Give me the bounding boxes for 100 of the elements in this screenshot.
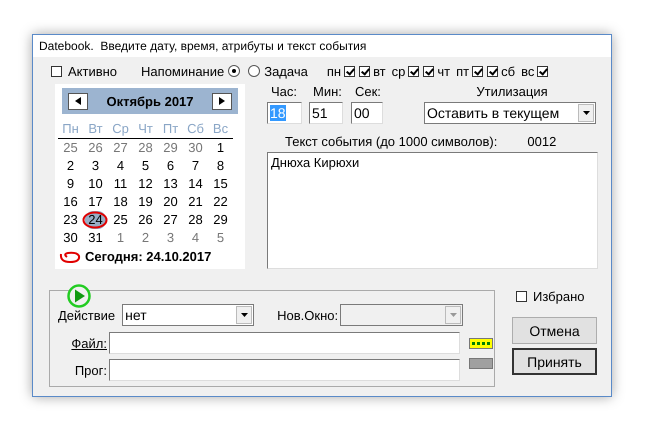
calendar-day[interactable]: 27 — [160, 211, 181, 229]
event-text-label: Текст события (до 1000 символов): — [285, 134, 498, 149]
program-field[interactable] — [109, 359, 460, 381]
calendar-day[interactable]: 1 — [114, 229, 128, 247]
weekday-label: ср — [392, 64, 406, 78]
calendar-day[interactable]: 14 — [185, 175, 206, 193]
right-triangle-icon — [218, 97, 225, 105]
dropdown-arrow-icon — [450, 313, 457, 317]
calendar-day[interactable]: 10 — [85, 175, 106, 193]
calendar-day[interactable]: 1 — [214, 139, 228, 157]
favorite-checkbox[interactable] — [516, 291, 527, 302]
calendar-day[interactable]: 6 — [164, 157, 178, 175]
calendar-day[interactable]: 28 — [185, 211, 206, 229]
calendar-day[interactable]: 3 — [88, 157, 102, 175]
dropdown-arrow-icon — [582, 111, 590, 115]
favorite-label: Избрано — [533, 289, 584, 304]
window-title: Datebook. Введите дату, время, атрибуты и текст события — [39, 39, 366, 53]
weekday-checkbox[interactable] — [344, 66, 356, 76]
new-window-label: Нов.Окно: — [277, 308, 338, 322]
weekday-checkbox[interactable] — [537, 66, 548, 76]
mode-radio[interactable] — [228, 65, 240, 77]
weekday-header: Чт — [133, 120, 158, 139]
annotation-scribble — [58, 250, 82, 264]
weekday-header: Пт — [158, 120, 183, 139]
time-label: Мин: — [312, 84, 343, 101]
calendar-day[interactable]: 16 — [60, 193, 81, 211]
calendar-day[interactable]: 26 — [135, 211, 156, 229]
event-text-area[interactable]: Днюха Кирюхи — [267, 152, 598, 269]
calendar-day[interactable]: 15 — [210, 175, 231, 193]
file-label[interactable]: Файл: — [58, 336, 109, 350]
calendar-day[interactable]: 4 — [114, 157, 128, 175]
weekday-label: сб — [501, 64, 516, 78]
weekday-header: Сб — [183, 120, 208, 139]
weekday-label: пт — [456, 64, 470, 78]
action-label: Действие — [58, 308, 116, 322]
character-counter: 0012 — [527, 134, 556, 149]
dropdown-arrow-icon — [240, 313, 248, 317]
calendar-day[interactable]: 27 — [110, 139, 131, 157]
today-date[interactable]: Сегодня: 24.10.2017 — [85, 249, 212, 264]
weekday-label: пн — [326, 64, 342, 78]
calendar-day[interactable]: 7 — [188, 157, 202, 175]
time-label: Сек: — [354, 84, 382, 101]
utilization-dropdown[interactable]: Оставить в текущем — [424, 102, 596, 124]
weekday-checkbox[interactable] — [472, 66, 484, 76]
calendar-day[interactable]: 28 — [135, 139, 156, 157]
calendar-day[interactable]: 25 — [110, 211, 131, 229]
utilization-label: Утилизация — [475, 84, 549, 101]
weekday-header: Вс — [208, 120, 233, 139]
calendar-day[interactable]: 26 — [85, 139, 106, 157]
calendar-day[interactable]: 8 — [214, 157, 228, 175]
calendar-day[interactable]: 5 — [214, 229, 228, 247]
calendar-day[interactable]: 11 — [110, 175, 130, 193]
action-dropdown[interactable]: нет — [122, 304, 254, 326]
weekday-checkbox[interactable] — [408, 66, 420, 76]
weekday-label: чт — [437, 64, 450, 78]
left-triangle-icon — [75, 97, 81, 105]
weekday-header: Вт — [83, 120, 108, 139]
previous-month-button[interactable] — [68, 92, 88, 110]
dialog-button[interactable]: Отмена — [512, 317, 597, 344]
mode-label: Задача — [264, 64, 308, 78]
program-button[interactable] — [469, 358, 493, 368]
calendar-day[interactable]: 2 — [138, 229, 152, 247]
calendar-day[interactable]: 19 — [135, 193, 156, 211]
active-checkbox[interactable] — [51, 66, 62, 76]
time-field[interactable]: 51 — [309, 102, 343, 124]
calendar-day[interactable]: 9 — [64, 175, 78, 193]
calendar-day[interactable]: 20 — [160, 193, 181, 211]
calendar-day[interactable]: 30 — [60, 229, 81, 247]
calendar-day[interactable]: 2 — [64, 157, 78, 175]
weekday-header: Ср — [108, 120, 133, 139]
dialog-button[interactable]: Принять — [512, 348, 597, 375]
weekday-checkbox[interactable] — [487, 66, 498, 76]
weekday-label: вс — [521, 64, 534, 78]
time-field[interactable]: 00 — [351, 102, 383, 124]
play-icon[interactable] — [67, 284, 91, 308]
calendar-day[interactable]: 4 — [188, 229, 202, 247]
calendar-day[interactable]: 17 — [85, 193, 106, 211]
file-field[interactable] — [109, 332, 460, 354]
weekday-label: вт — [373, 64, 386, 78]
calendar-day[interactable]: 21 — [185, 193, 206, 211]
calendar-day[interactable]: 25 — [60, 139, 81, 157]
mode-label: Напоминание — [141, 64, 224, 78]
calendar-day[interactable]: 18 — [110, 193, 131, 211]
mode-radio[interactable] — [248, 65, 260, 77]
annotation-ellipse — [82, 211, 108, 229]
calendar-day[interactable]: 22 — [210, 193, 231, 211]
next-month-button[interactable] — [212, 92, 232, 110]
calendar-day[interactable]: 31 — [85, 229, 106, 247]
calendar-day[interactable]: 30 — [185, 139, 206, 157]
weekday-checkbox[interactable] — [359, 66, 370, 76]
calendar-day[interactable]: 29 — [210, 211, 231, 229]
active-label: Активно — [68, 64, 118, 78]
calendar-day[interactable]: 23 — [60, 211, 81, 229]
browse-button[interactable] — [469, 338, 493, 348]
weekday-checkbox[interactable] — [423, 66, 434, 76]
calendar-day[interactable]: 13 — [160, 175, 181, 193]
calendar-day[interactable]: 29 — [160, 139, 181, 157]
calendar-day[interactable]: 12 — [135, 175, 156, 193]
calendar-day[interactable]: 3 — [164, 229, 178, 247]
calendar-day[interactable]: 5 — [138, 157, 152, 175]
